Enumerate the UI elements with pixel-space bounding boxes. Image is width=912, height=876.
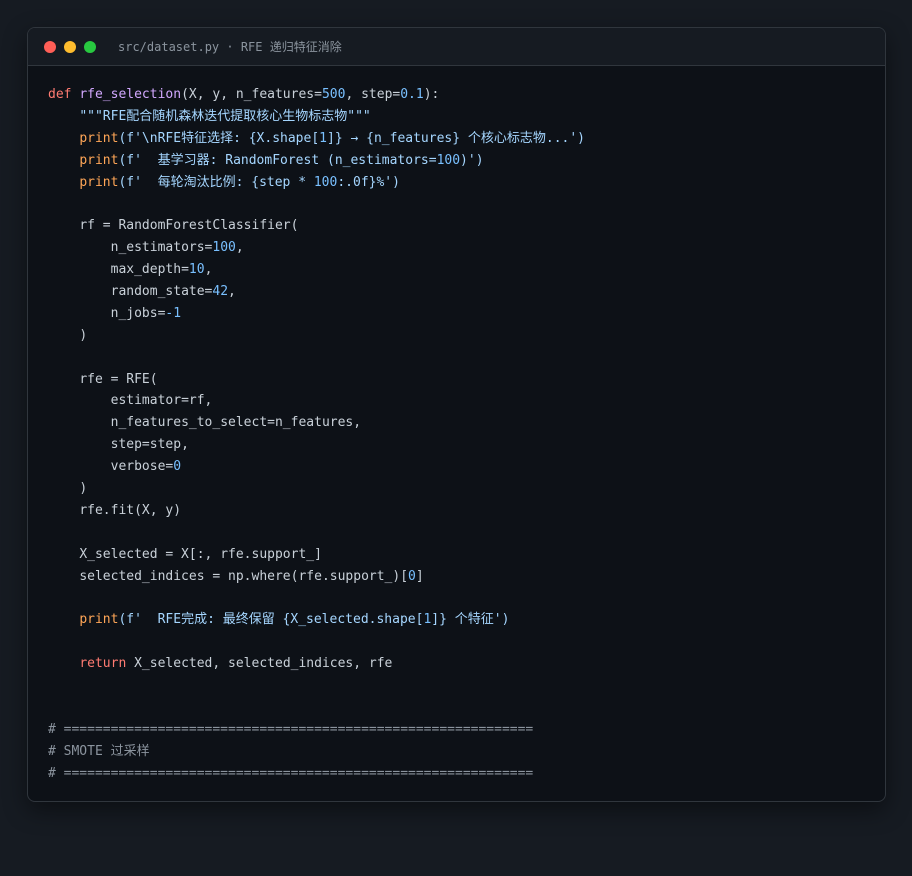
code-token: , <box>204 262 213 278</box>
code-token: rf = RandomForestClassifier( <box>79 218 299 234</box>
code-line: n_jobs=-1 <box>48 303 885 325</box>
keyword-token: def <box>48 87 72 102</box>
code-line: return X_selected, selected_indices, rfe <box>48 653 885 675</box>
code-token: n_jobs= <box>110 305 166 321</box>
builtin-token: print <box>79 130 119 146</box>
code-line: rf = RandomForestClassifier( <box>48 215 885 237</box>
code-token: rfe.fit(X, y) <box>79 502 182 518</box>
maximize-window-button[interactable] <box>84 40 96 53</box>
docstring-token: """RFE配合随机森林迭代提取核心生物标志物""" <box>79 108 371 124</box>
code-token: (X, y, n_features= <box>181 87 322 102</box>
number-token: 0 <box>173 459 182 475</box>
code-line: selected_indices = np.where(rfe.support_… <box>48 566 885 588</box>
window-title: src/dataset.py · RFE 递归特征消除 <box>118 40 342 54</box>
code-line: rfe = RFE( <box>48 369 885 391</box>
comment-line: # ======================================… <box>48 721 534 737</box>
number-token: 10 <box>188 262 205 278</box>
code-line: random_state=42, <box>48 281 885 303</box>
comment-line: # SMOTE 过采样 <box>48 743 150 759</box>
code-token: step=step, <box>110 437 189 453</box>
code-line: n_features_to_select=n_features, <box>48 412 885 434</box>
code-line: print(f' RFE完成: 最终保留 {X_selected.shape[1… <box>48 609 885 631</box>
code-line: """RFE配合随机森林迭代提取核心生物标志物""" <box>48 106 885 128</box>
code-token: n_features_to_select=n_features, <box>110 415 362 431</box>
close-window-button[interactable] <box>44 40 56 53</box>
code-line: max_depth=10, <box>48 259 885 281</box>
code-token: X_selected, selected_indices, rfe <box>126 656 393 672</box>
title-bar: src/dataset.py · RFE 递归特征消除 <box>28 28 885 66</box>
code-window: src/dataset.py · RFE 递归特征消除 def rfe_sele… <box>27 27 886 802</box>
code-token: ): <box>423 87 440 102</box>
code-token: estimator=rf, <box>110 393 213 409</box>
code-line: X_selected = X[:, rfe.support_] <box>48 544 885 566</box>
code-token: ) <box>79 481 88 497</box>
string-token: (f' RFE完成: 最终保留 {X_selected.shape[ <box>118 612 424 628</box>
number-token: 500 <box>321 87 346 102</box>
code-line: print(f'\nRFE特征选择: {X.shape[1]} → {n_fea… <box>48 128 885 150</box>
code-token: max_depth= <box>110 262 189 278</box>
function-name: rfe_selection <box>79 87 182 102</box>
code-line: step=step, <box>48 434 885 456</box>
code-line: print(f' 基学习器: RandomForest (n_estimator… <box>48 150 885 172</box>
minimize-window-button[interactable] <box>64 40 76 53</box>
string-token: ]} → {n_features} 个核心标志物...') <box>327 130 586 146</box>
builtin-token: print <box>79 612 119 628</box>
string-token: (f'\nRFE特征选择: {X.shape[ <box>118 130 320 146</box>
keyword-token: return <box>79 656 127 672</box>
code-token: , step= <box>345 87 401 102</box>
code-line: def rfe_selection(X, y, n_features=500, … <box>48 84 885 106</box>
comment-line: # ======================================… <box>48 765 534 781</box>
code-editor: def rfe_selection(X, y, n_features=500, … <box>28 66 885 785</box>
code-line: n_estimators=100, <box>48 237 885 259</box>
code-token: , <box>228 284 236 300</box>
string-token: ]} 个特征') <box>431 612 510 628</box>
number-token: 0.1 <box>400 87 424 102</box>
code-line: ) <box>48 325 885 347</box>
number-token: 1 <box>319 130 327 146</box>
number-token: -1 <box>165 305 182 321</box>
code-token: verbose= <box>110 459 174 475</box>
code-token: selected_indices = np.where(rfe.support_… <box>79 568 409 584</box>
code-line: rfe.fit(X, y) <box>48 500 885 522</box>
code-token: n_estimators= <box>110 240 213 256</box>
builtin-token: print <box>79 152 119 168</box>
code-token: rfe = RFE( <box>79 371 158 387</box>
builtin-token: print <box>79 174 119 190</box>
code-token: random_state= <box>110 284 213 300</box>
number-token: 100 <box>436 152 461 168</box>
string-token: :.0f}%') <box>337 174 400 190</box>
string-token: (f' 基学习器: RandomForest (n_estimators= <box>118 152 437 168</box>
code-token: , <box>235 240 244 256</box>
code-line: ) <box>48 478 885 500</box>
number-token: 0 <box>408 568 416 584</box>
code-line: estimator=rf, <box>48 390 885 412</box>
code-token: ] <box>415 568 424 584</box>
string-token: )') <box>460 152 484 168</box>
number-token: 100 <box>313 174 338 190</box>
code-line: print(f' 每轮淘汰比例: {step * 100:.0f}%') <box>48 172 885 194</box>
code-line: verbose=0 <box>48 456 885 478</box>
number-token: 100 <box>212 240 236 256</box>
number-token: 42 <box>212 284 229 300</box>
code-token: X_selected = X[:, rfe.support_] <box>79 546 322 562</box>
code-token: ) <box>79 327 88 343</box>
string-token: (f' 每轮淘汰比例: {step * <box>118 174 314 190</box>
